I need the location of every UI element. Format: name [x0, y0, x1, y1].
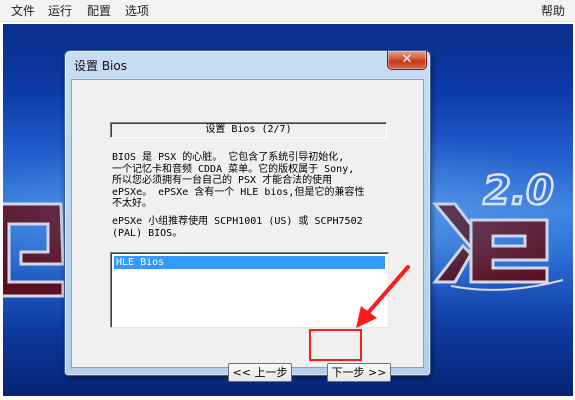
annotation-arrow	[356, 265, 410, 328]
